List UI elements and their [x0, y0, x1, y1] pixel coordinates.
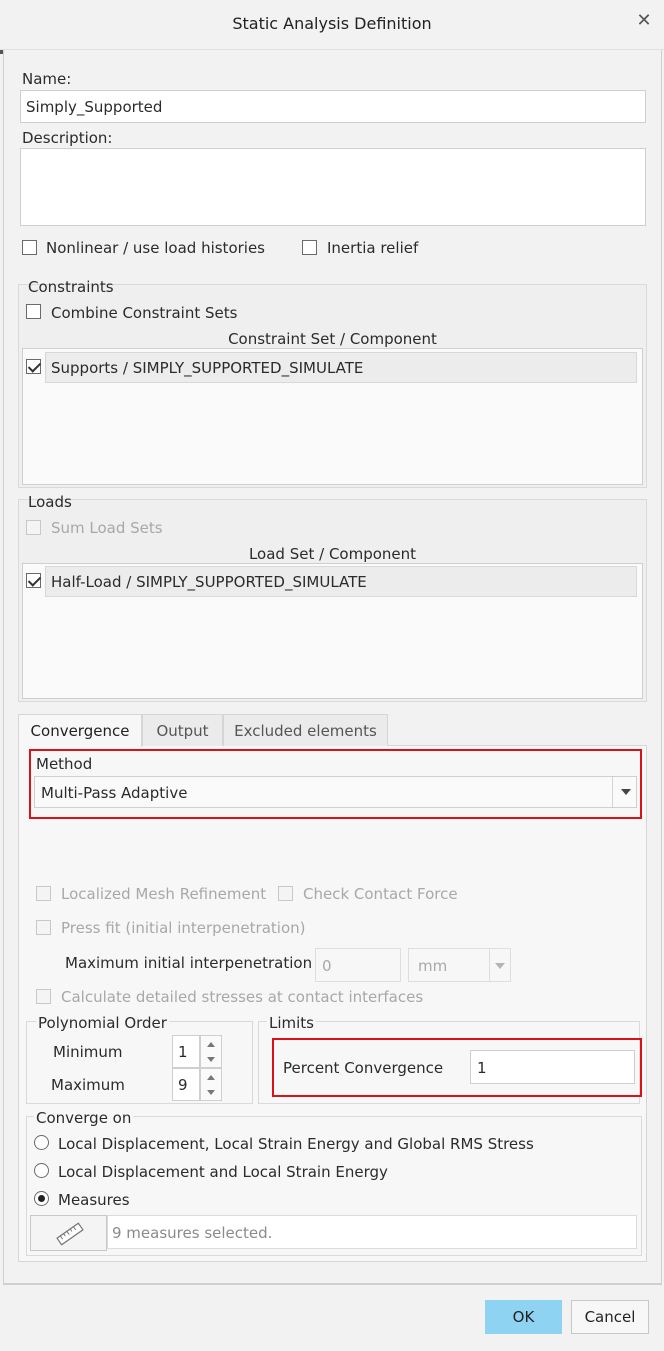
- converge-on-title: Converge on: [34, 1109, 134, 1127]
- tab-excluded-elements[interactable]: Excluded elements: [223, 714, 388, 746]
- load-item-checkbox[interactable]: [26, 573, 41, 588]
- description-input[interactable]: [20, 148, 646, 226]
- loads-title: Loads: [28, 493, 72, 511]
- nonlinear-label: Nonlinear / use load histories: [46, 239, 265, 257]
- load-item[interactable]: Half-Load / SIMPLY_SUPPORTED_SIMULATE: [45, 566, 637, 597]
- check-contact-label: Check Contact Force: [303, 885, 458, 903]
- tab-convergence[interactable]: Convergence: [18, 714, 142, 747]
- minimum-stepper[interactable]: [200, 1035, 222, 1068]
- press-fit-checkbox[interactable]: [36, 920, 51, 935]
- unit-select-divider: [489, 949, 490, 981]
- combine-constraints-checkbox[interactable]: [26, 304, 41, 319]
- description-label: Description:: [22, 129, 113, 147]
- unit-value: mm: [418, 957, 448, 975]
- inertia-relief-checkbox[interactable]: [302, 240, 317, 255]
- localized-mesh-label: Localized Mesh Refinement: [61, 885, 267, 903]
- max-interpenetration-label: Maximum initial interpenetration: [65, 954, 313, 972]
- minimum-value: 1: [178, 1043, 188, 1061]
- sum-load-sets-label: Sum Load Sets: [51, 519, 163, 537]
- footer-divider: [3, 1284, 662, 1285]
- chevron-down-icon: [621, 789, 631, 795]
- percent-convergence-label: Percent Convergence: [283, 1059, 444, 1077]
- load-item-label: Half-Load / SIMPLY_SUPPORTED_SIMULATE: [51, 573, 367, 591]
- name-input[interactable]: Simply_Supported: [20, 90, 646, 123]
- maximum-input[interactable]: 9: [172, 1068, 200, 1101]
- ruler-icon: [56, 1222, 84, 1246]
- detailed-stresses-checkbox[interactable]: [36, 989, 51, 1004]
- max-interpenetration-value: 0: [322, 957, 332, 975]
- constraints-title: Constraints: [28, 278, 114, 296]
- tab-output[interactable]: Output: [142, 714, 223, 746]
- inertia-relief-label: Inertia relief: [327, 239, 419, 257]
- cancel-button[interactable]: Cancel: [571, 1300, 649, 1334]
- chevron-down-icon: [495, 963, 505, 969]
- nonlinear-checkbox[interactable]: [22, 240, 37, 255]
- limits-title: Limits: [267, 1014, 316, 1032]
- dialog-title: Static Analysis Definition: [232, 14, 432, 33]
- close-icon[interactable]: ✕: [634, 10, 654, 36]
- percent-convergence-input[interactable]: 1: [470, 1050, 635, 1084]
- combine-constraints-label: Combine Constraint Sets: [51, 304, 238, 322]
- radio-global-rms-stress-label: Local Displacement, Local Strain Energy …: [58, 1135, 534, 1153]
- radio-local-strain-energy-label: Local Displacement and Local Strain Ener…: [58, 1163, 388, 1181]
- method-value: Multi-Pass Adaptive: [41, 784, 188, 802]
- method-label: Method: [36, 755, 93, 773]
- measures-field[interactable]: 9 measures selected.: [107, 1215, 637, 1249]
- method-select[interactable]: Multi-Pass Adaptive: [34, 776, 637, 808]
- maximum-value: 9: [178, 1076, 188, 1094]
- minimum-label: Minimum: [53, 1043, 123, 1061]
- sum-load-sets-checkbox[interactable]: [26, 520, 41, 535]
- name-label: Name:: [22, 70, 72, 88]
- loads-column-header: Load Set / Component: [248, 545, 417, 563]
- constraint-item[interactable]: Supports / SIMPLY_SUPPORTED_SIMULATE: [45, 352, 637, 383]
- minimum-input[interactable]: 1: [172, 1035, 200, 1068]
- radio-measures[interactable]: [34, 1191, 49, 1206]
- radio-local-strain-energy[interactable]: [34, 1163, 49, 1178]
- method-select-divider: [612, 777, 613, 807]
- measures-value: 9 measures selected.: [112, 1224, 273, 1242]
- percent-convergence-value: 1: [477, 1059, 487, 1077]
- detailed-stresses-label: Calculate detailed stresses at contact i…: [61, 988, 424, 1006]
- polynomial-order-title: Polynomial Order: [36, 1014, 169, 1032]
- localized-mesh-checkbox[interactable]: [36, 886, 51, 901]
- constraints-column-header: Constraint Set / Component: [228, 330, 437, 348]
- name-input-value: Simply_Supported: [26, 98, 163, 116]
- measures-button[interactable]: [30, 1215, 107, 1251]
- maximum-label: Maximum: [51, 1076, 125, 1094]
- press-fit-label: Press fit (initial interpenetration): [61, 919, 306, 937]
- unit-select[interactable]: mm: [408, 948, 511, 982]
- maximum-stepper[interactable]: [200, 1068, 222, 1101]
- constraint-item-label: Supports / SIMPLY_SUPPORTED_SIMULATE: [51, 359, 364, 377]
- radio-measures-label: Measures: [58, 1191, 130, 1209]
- radio-global-rms-stress[interactable]: [34, 1135, 49, 1150]
- check-contact-checkbox[interactable]: [278, 886, 293, 901]
- ok-button[interactable]: OK: [485, 1300, 562, 1334]
- max-interpenetration-input[interactable]: 0: [315, 948, 401, 982]
- constraint-item-checkbox[interactable]: [26, 359, 41, 374]
